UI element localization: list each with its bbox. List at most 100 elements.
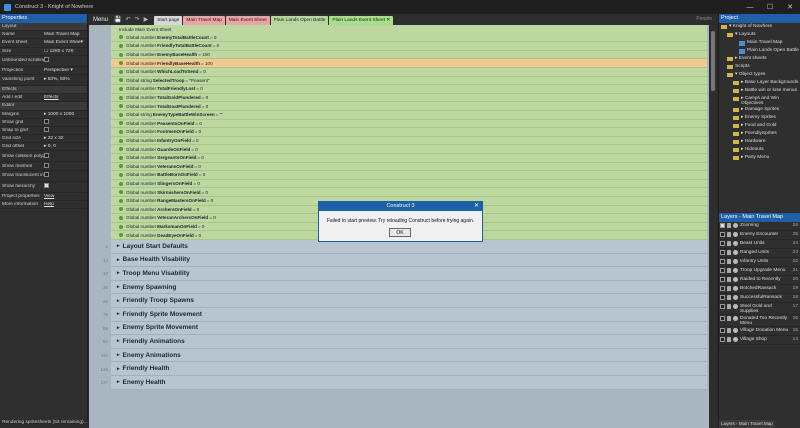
property-checkbox[interactable]	[44, 118, 49, 124]
project-tree-item[interactable]: ▾ Object types	[719, 71, 800, 79]
property-value[interactable]: Perspective ▾	[44, 68, 87, 73]
layer-row[interactable]: Enemy Encounter 25	[719, 231, 800, 240]
event-group[interactable]: ▸ Friendly Troop Spawns	[111, 294, 707, 308]
expand-arrow-icon[interactable]: ▸	[117, 284, 120, 290]
layer-row[interactable]: Steel Gold and Supplies 17	[719, 303, 800, 315]
project-tree-item[interactable]: ▸ Party Menu	[719, 154, 800, 162]
property-row[interactable]: Project properties View	[0, 193, 87, 201]
global-variable[interactable]: Global number SergeantsOnField = 0	[111, 154, 707, 163]
layer-visible-checkbox[interactable]	[720, 337, 725, 342]
property-row[interactable]: Show translucent inactive layers	[0, 171, 87, 182]
editor-tab[interactable]: Main Event Sheet	[225, 16, 270, 25]
project-tree-item[interactable]: ▸ Hideouts	[719, 146, 800, 154]
property-value[interactable]: ▸ 50%, 50%	[44, 77, 87, 82]
group-line[interactable]: 13 ▸ Base Health Visability	[89, 253, 709, 268]
project-tree-item[interactable]: Main Travel Map	[719, 39, 800, 47]
global-variable[interactable]: Global number VeteransOnField = 0	[111, 162, 707, 172]
property-row[interactable]: Show grid	[0, 118, 87, 127]
global-variable[interactable]: Global number SlingersOnField = 0	[111, 179, 707, 189]
lock-icon[interactable]	[727, 337, 731, 342]
project-tree-item[interactable]: Scripts	[719, 63, 800, 71]
property-value[interactable]	[44, 118, 87, 126]
property-checkbox[interactable]	[44, 57, 49, 63]
variable-line[interactable]: Global number TotalFriendlyLost = 0	[89, 85, 709, 94]
layer-row[interactable]: Infantry Units 22	[719, 258, 800, 267]
group-line[interactable]: 85 ▸ Enemy Sprite Movement	[89, 321, 709, 336]
global-variable[interactable]: Global number FriendlyBaseHealth = 100	[111, 59, 707, 68]
variable-line[interactable]: Global number SlingersOnField = 0	[89, 179, 709, 189]
lock-icon[interactable]	[727, 268, 731, 273]
lock-icon[interactable]	[727, 241, 731, 246]
minimize-button[interactable]: —	[740, 0, 760, 14]
property-checkbox[interactable]	[44, 152, 49, 158]
layer-row[interactable]: BotchedRansack 19	[719, 285, 800, 294]
lock-icon[interactable]	[727, 316, 731, 321]
property-value[interactable]: Main Event Shee▾	[44, 40, 87, 45]
layer-visible-checkbox[interactable]	[720, 268, 725, 273]
event-group[interactable]: ▸ Troop Menu Visability	[111, 267, 707, 281]
group-line[interactable]: 1 ▸ Layout Start Defaults	[89, 240, 709, 254]
editor-tab[interactable]: Plain Lands Event Sheet ✕	[329, 16, 394, 25]
layer-visible-checkbox[interactable]	[720, 223, 725, 228]
group-line[interactable]: 120 ▸ Friendly Health	[89, 362, 709, 376]
project-tree-item[interactable]: ▸ Camps and Win Objectives	[719, 95, 800, 106]
expand-arrow-icon[interactable]: ▸	[117, 298, 120, 304]
variable-line[interactable]: Global string SelectedTroop = "Peasent"	[89, 76, 709, 86]
layer-visible-checkbox[interactable]	[720, 286, 725, 291]
save-icon[interactable]: 💾	[112, 16, 123, 23]
close-window-button[interactable]: ✕	[780, 0, 800, 14]
lock-icon[interactable]	[727, 286, 731, 291]
global-variable[interactable]: Global number GuardsOnField = 0	[111, 145, 707, 154]
variable-line[interactable]: Global number FriendlyTotalBattleCount = 0	[89, 42, 709, 51]
variable-line[interactable]: Global number TotalGoatPlundered = 0	[89, 102, 709, 111]
global-variable[interactable]: Global number TotalGoatPlundered = 0	[111, 102, 707, 111]
property-row[interactable]: Margins ▸ 1000 x 1000	[0, 111, 87, 119]
event-group[interactable]: ▸ Friendly Sprite Movement	[111, 308, 707, 322]
layer-visible-checkbox[interactable]	[720, 304, 725, 309]
property-value[interactable]: ▸ 0, 0	[44, 144, 87, 149]
expand-arrow-icon[interactable]: ▸	[117, 257, 120, 263]
variable-line[interactable]: Global number EnemyTotalBattleCount = 0	[89, 33, 709, 43]
variable-line[interactable]: Global number BattleBornOnField = 0	[89, 171, 709, 180]
expand-arrow-icon[interactable]: ▸	[117, 366, 120, 372]
layer-row[interactable]: Donated Too Recently Menu 16	[719, 315, 800, 327]
lock-icon[interactable]	[727, 304, 731, 309]
group-line[interactable]: 110 ▸ Enemy Animations	[89, 348, 709, 363]
layer-row[interactable]: Raided to Recently 20	[719, 276, 800, 285]
event-group[interactable]: ▸ Enemy Spawning	[111, 280, 707, 295]
lock-icon[interactable]	[727, 328, 731, 333]
layer-visible-checkbox[interactable]	[720, 295, 725, 300]
variable-line[interactable]: Global number WhichLoadToSend = 0	[89, 68, 709, 77]
global-variable[interactable]: Global number FriendlyTotalBattleCount = 0	[111, 42, 707, 51]
event-group[interactable]: ▸ Base Health Visability	[111, 253, 707, 268]
property-row[interactable]: Event sheet Main Event Shee▾	[0, 39, 87, 48]
property-value[interactable]: Main Travel Map	[44, 32, 87, 37]
global-variable[interactable]: Global number FootmenOnField = 0	[111, 128, 707, 137]
property-value[interactable]: View	[44, 194, 87, 199]
project-tree-item[interactable]: ▸ Event sheets	[719, 55, 800, 63]
global-variable[interactable]: Global number BattleBornOnField = 0	[111, 171, 707, 180]
global-variable[interactable]: Global number SkirmishersOnField = 0	[111, 188, 707, 197]
project-tree-item[interactable]: ▸ Enemy Sprites	[719, 114, 800, 122]
property-row[interactable]: Show collision polygons	[0, 151, 87, 163]
dialog-close-icon[interactable]: ✕	[474, 202, 479, 211]
expand-arrow-icon[interactable]: ▸	[117, 352, 120, 358]
project-tree-item[interactable]: ▾ Knight of Nowhere	[719, 23, 800, 31]
layer-visible-checkbox[interactable]	[720, 316, 725, 321]
lock-icon[interactable]	[727, 259, 731, 264]
layer-row[interactable]: Troop Upgrade Menu 21	[719, 267, 800, 276]
property-value[interactable]	[44, 172, 87, 179]
expand-arrow-icon[interactable]: ▸	[117, 338, 120, 344]
property-row[interactable]: Show hierarchy	[0, 182, 87, 193]
layer-row[interactable]: Village Donation Menu 15	[719, 327, 800, 336]
layer-visible-checkbox[interactable]	[720, 232, 725, 237]
scroll-thumb[interactable]	[711, 31, 715, 91]
layer-row[interactable]: Village Shop 14	[719, 336, 800, 345]
layer-visible-checkbox[interactable]	[720, 241, 725, 246]
group-line[interactable]: 94 ▸ Friendly Animations	[89, 335, 709, 349]
include-line[interactable]: Include Main Event Sheet	[89, 25, 709, 34]
property-value[interactable]	[44, 57, 87, 64]
editor-tab[interactable]: Start page	[154, 16, 183, 25]
property-value[interactable]	[44, 126, 87, 134]
variable-line[interactable]: Global number SergeantsOnField = 0	[89, 154, 709, 163]
